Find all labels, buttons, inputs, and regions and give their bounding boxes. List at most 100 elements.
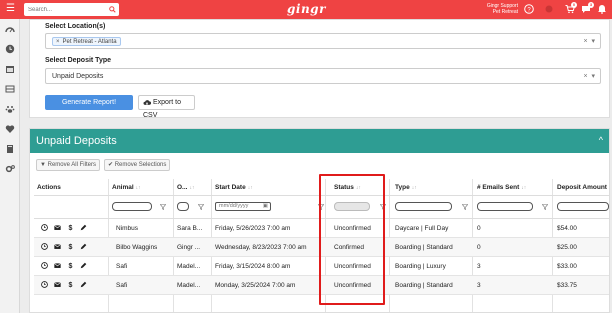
sort-icon[interactable]: ↓↑ <box>136 185 141 191</box>
calendar-icon[interactable] <box>5 64 15 74</box>
dollar-icon[interactable]: $ <box>67 243 74 251</box>
chevron-down-icon[interactable]: ▾ <box>591 38 595 45</box>
paw-icon[interactable] <box>5 104 15 114</box>
generate-report-button[interactable]: Generate Report! <box>45 95 133 110</box>
column-header-start-date[interactable]: Start Date ↓↑ <box>215 184 253 191</box>
table-row[interactable]: $ Safi Madel... Friday, 3/15/2024 8:00 a… <box>34 257 609 276</box>
deposit-amount-filter-input[interactable] <box>557 202 609 211</box>
search-input[interactable] <box>24 3 104 16</box>
clock-icon[interactable] <box>41 281 48 288</box>
column-header-actions: Actions <box>37 184 61 191</box>
export-csv-button[interactable]: Export to CSV <box>138 95 195 119</box>
dollar-icon[interactable]: $ <box>67 262 74 270</box>
sidebar <box>0 19 20 313</box>
sort-icon[interactable]: ↓↑ <box>189 185 194 191</box>
heart-icon[interactable] <box>5 124 15 134</box>
funnel-icon[interactable] <box>462 204 468 210</box>
sort-icon[interactable]: ↓↑ <box>248 185 253 191</box>
clock-icon[interactable] <box>5 44 15 54</box>
cell-owner[interactable]: Madel... <box>177 263 209 270</box>
cell-owner[interactable]: Sara B... <box>177 225 209 232</box>
location-chip[interactable]: × Pet Retreat - Atlanta <box>52 37 121 46</box>
gears-icon[interactable] <box>5 164 15 174</box>
cell-owner[interactable]: Gingr ... <box>177 244 209 251</box>
dollar-icon[interactable]: $ <box>67 281 74 289</box>
pencil-icon[interactable] <box>80 262 87 269</box>
envelope-icon[interactable] <box>54 243 61 250</box>
sort-icon[interactable]: ↓↑ <box>356 185 361 191</box>
envelope-icon[interactable] <box>54 262 61 269</box>
chevron-down-icon[interactable]: ▾ <box>591 73 595 80</box>
funnel-icon[interactable] <box>318 204 324 210</box>
start-date-filter-input[interactable]: mm/dd/yyyy ▣ <box>215 202 271 211</box>
funnel-icon[interactable] <box>198 204 204 210</box>
grid-icon[interactable] <box>5 84 15 94</box>
owner-filter-input[interactable] <box>177 202 189 211</box>
column-header-type-label: Type <box>395 184 410 191</box>
deposit-type-select[interactable]: Unpaid Deposits × ▾ <box>45 68 601 84</box>
cell-animal[interactable]: Safi <box>116 282 171 289</box>
table-row[interactable]: $ Safi Madel... Monday, 3/25/2024 7:00 a… <box>34 276 609 295</box>
help-icon[interactable]: ? <box>524 4 534 14</box>
pencil-icon[interactable] <box>80 243 87 250</box>
row-actions: $ <box>41 224 96 233</box>
cart-badge: 0 <box>571 2 577 8</box>
animal-filter-input[interactable] <box>112 202 152 211</box>
gingr-logo[interactable]: gingr <box>287 2 326 16</box>
table-header-row: Actions Animal ↓↑ O... ↓↑ Start Date ↓↑ Sta… <box>34 179 610 196</box>
user-menu[interactable]: Gingr Support Pet Retreat <box>470 3 518 15</box>
pencil-icon[interactable] <box>80 281 87 288</box>
row-actions: $ <box>41 243 96 252</box>
report-filters-card: Select Location(s) × Pet Retreat - Atlant… <box>29 19 610 119</box>
column-header-deposit-amount[interactable]: Deposit Amount↓↑ <box>557 184 610 191</box>
table-row[interactable]: $ Bilbo Waggins Gingr ... Wednesday, 8/2… <box>34 238 609 257</box>
select-controls[interactable]: × ▾ <box>584 37 596 45</box>
book-icon[interactable] <box>5 144 15 154</box>
remove-all-filters-label: Remove All Filters <box>47 162 96 168</box>
cell-status: Unconfirmed <box>334 225 371 232</box>
funnel-icon[interactable] <box>380 204 386 210</box>
location-select[interactable]: × Pet Retreat - Atlanta × ▾ <box>45 33 601 49</box>
chevron-up-icon[interactable]: ^ <box>599 135 603 145</box>
remove-selections-button[interactable]: ✔ Remove Selections <box>104 159 171 171</box>
sort-icon[interactable]: ↓↑ <box>609 185 610 191</box>
row-actions: $ <box>41 262 96 271</box>
envelope-icon[interactable] <box>54 281 61 288</box>
remove-all-filters-button[interactable]: ▼ Remove All Filters <box>36 159 100 171</box>
funnel-icon[interactable] <box>542 204 548 210</box>
clock-icon[interactable] <box>41 243 48 250</box>
clear-icon[interactable]: × <box>584 73 588 80</box>
type-filter-input[interactable] <box>395 202 452 211</box>
unpaid-deposits-panel: Unpaid Deposits ^ ▼ Remove All Filters ✔… <box>29 128 610 313</box>
clock-icon[interactable] <box>41 262 48 269</box>
cell-deposit-amount: $33.75 <box>557 282 577 289</box>
dashboard-icon[interactable] <box>5 25 15 35</box>
select-controls[interactable]: × ▾ <box>584 72 596 80</box>
column-header-emails-sent[interactable]: # Emails Sent ↓↑ <box>477 184 526 191</box>
panel-header[interactable]: Unpaid Deposits ^ <box>30 129 609 153</box>
notification-icon[interactable] <box>597 4 607 14</box>
table-row[interactable]: $ Nimbus Sara B... Friday, 5/26/2023 7:0… <box>34 219 609 238</box>
emails-sent-filter-input[interactable] <box>477 202 533 211</box>
calendar-icon[interactable]: ▣ <box>263 203 268 210</box>
funnel-icon[interactable] <box>160 204 166 210</box>
column-header-type[interactable]: Type ↓↑ <box>395 184 417 191</box>
chip-remove-icon[interactable]: × <box>56 39 60 45</box>
hamburger-menu-icon[interactable]: ☰ <box>6 3 16 15</box>
column-header-animal[interactable]: Animal ↓↑ <box>112 184 141 191</box>
search-icon[interactable] <box>109 6 116 13</box>
dollar-icon[interactable]: $ <box>67 224 74 232</box>
envelope-icon[interactable] <box>54 224 61 231</box>
cell-animal[interactable]: Bilbo Waggins <box>116 244 171 251</box>
cell-owner[interactable]: Madel... <box>177 282 209 289</box>
cell-start-date: Friday, 5/26/2023 7:00 am <box>215 225 291 232</box>
clear-icon[interactable]: × <box>584 38 588 45</box>
cell-animal[interactable]: Nimbus <box>116 225 171 232</box>
sort-icon[interactable]: ↓↑ <box>412 185 417 191</box>
pencil-icon[interactable] <box>80 224 87 231</box>
column-header-status[interactable]: Status ↓↑ <box>334 184 361 191</box>
column-header-owner[interactable]: O... ↓↑ <box>177 184 194 191</box>
clock-icon[interactable] <box>41 224 48 231</box>
cell-animal[interactable]: Safi <box>116 263 171 270</box>
sort-icon[interactable]: ↓↑ <box>521 185 526 191</box>
